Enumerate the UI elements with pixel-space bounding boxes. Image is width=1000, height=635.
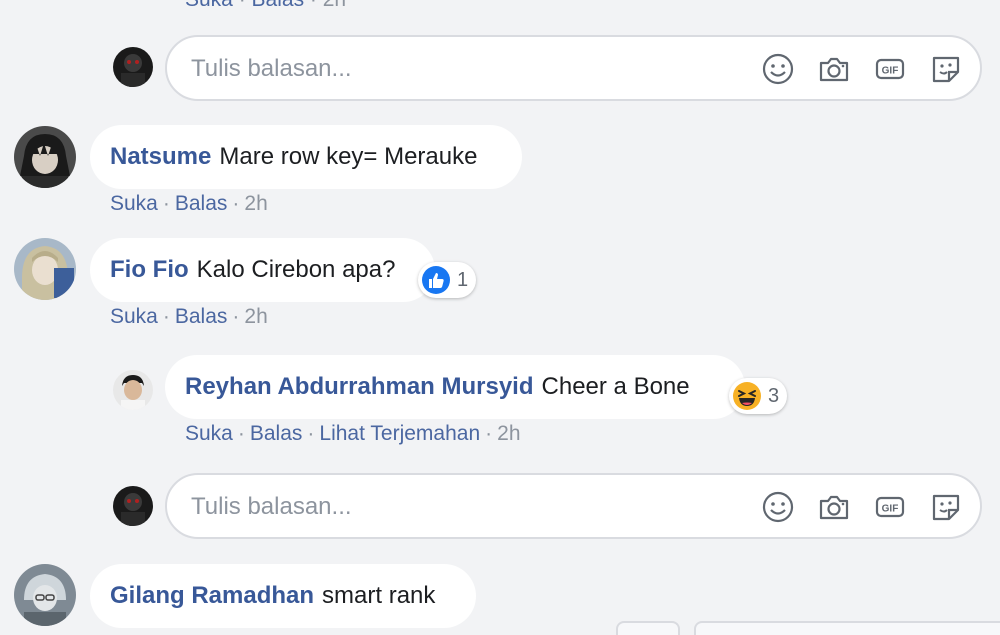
- comment-author[interactable]: Reyhan Abdurrahman Mursyid: [185, 373, 534, 401]
- like-reaction-icon: [421, 265, 451, 295]
- separator: ·: [307, 422, 315, 445]
- separator: ·: [237, 422, 245, 445]
- like-link[interactable]: Suka: [110, 305, 158, 328]
- see-translation-link[interactable]: Lihat Terjemahan: [319, 422, 480, 445]
- previous-comment-actions: Suka · Balas · 2h: [185, 0, 346, 12]
- comment-text: smart rank: [322, 582, 436, 609]
- reply-input[interactable]: [189, 489, 713, 525]
- reply-link[interactable]: Balas: [175, 192, 228, 215]
- separator: ·: [162, 192, 170, 215]
- camera-icon[interactable]: [817, 490, 851, 524]
- comment-author[interactable]: Fio Fio: [110, 256, 189, 284]
- like-link[interactable]: Suka: [185, 0, 233, 11]
- reply-actions: Suka · Balas · Lihat Terjemahan · 2h: [185, 422, 521, 446]
- haha-reaction-icon: [732, 381, 762, 411]
- sticker-icon[interactable]: [929, 490, 963, 524]
- comment-text: Cheer a Bone: [541, 373, 690, 400]
- gif-icon[interactable]: GIF: [873, 490, 907, 524]
- reply-box: GIF: [165, 473, 982, 539]
- avatar[interactable]: [113, 370, 153, 410]
- comment-actions: Suka · Balas · 2h: [110, 192, 268, 216]
- avatar[interactable]: [14, 564, 76, 626]
- cut-off-panel: [694, 621, 1000, 635]
- avatar[interactable]: [14, 126, 76, 188]
- gif-icon[interactable]: GIF: [873, 52, 907, 86]
- comment-author[interactable]: Gilang Ramadhan: [110, 582, 314, 610]
- comment-actions: Suka · Balas · 2h: [110, 305, 268, 329]
- emoji-icon[interactable]: [761, 490, 795, 524]
- separator: ·: [162, 305, 170, 328]
- comment-text: Kalo Cirebon apa?: [196, 256, 396, 283]
- reply-box: GIF: [165, 35, 982, 101]
- sticker-icon[interactable]: [929, 52, 963, 86]
- timestamp: 2h: [244, 305, 268, 328]
- current-user-avatar: [113, 486, 153, 526]
- comment-text: Mare row key= Merauke: [219, 143, 478, 170]
- cut-off-button[interactable]: [616, 621, 680, 635]
- comment-bubble: Natsume Mare row key= Merauke: [90, 125, 522, 189]
- timestamp: 2h: [244, 192, 268, 215]
- like-link[interactable]: Suka: [185, 422, 233, 445]
- reply-input[interactable]: [189, 51, 713, 87]
- reaction-count: 3: [768, 384, 780, 407]
- separator: ·: [485, 422, 493, 445]
- current-user-avatar: [113, 47, 153, 87]
- svg-text:GIF: GIF: [882, 66, 899, 77]
- like-link[interactable]: Suka: [110, 192, 158, 215]
- separator: ·: [232, 305, 240, 328]
- timestamp: 2h: [323, 0, 346, 11]
- avatar[interactable]: [14, 238, 76, 300]
- separator: ·: [239, 0, 252, 11]
- reply-link[interactable]: Balas: [175, 305, 228, 328]
- reaction-count: 1: [457, 268, 469, 291]
- reply-link[interactable]: Balas: [252, 0, 305, 11]
- separator: ·: [232, 192, 240, 215]
- separator: ·: [310, 0, 323, 11]
- comment-author[interactable]: Natsume: [110, 143, 211, 171]
- reaction-badge[interactable]: 1: [418, 262, 477, 298]
- reaction-badge[interactable]: 3: [729, 378, 788, 414]
- reply-bubble: Reyhan Abdurrahman Mursyid Cheer a Bone: [165, 355, 745, 419]
- reply-link[interactable]: Balas: [250, 422, 303, 445]
- emoji-icon[interactable]: [761, 52, 795, 86]
- camera-icon[interactable]: [817, 52, 851, 86]
- timestamp: 2h: [497, 422, 521, 445]
- comment-bubble: Fio Fio Kalo Cirebon apa?: [90, 238, 435, 302]
- comment-bubble: Gilang Ramadhan smart rank: [90, 564, 476, 628]
- svg-text:GIF: GIF: [882, 504, 899, 515]
